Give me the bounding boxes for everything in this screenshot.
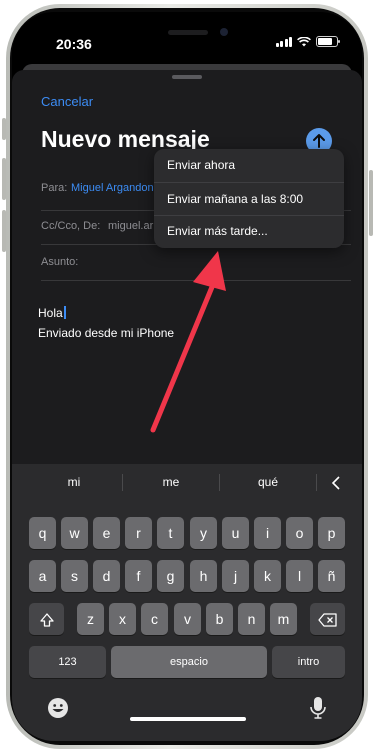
key-r[interactable]: r xyxy=(125,517,152,549)
key-u[interactable]: u xyxy=(222,517,249,549)
key-a[interactable]: a xyxy=(29,560,56,592)
key-t[interactable]: t xyxy=(157,517,184,549)
key-c[interactable]: c xyxy=(141,603,168,635)
key-enye[interactable]: ñ xyxy=(318,560,345,592)
key-l[interactable]: l xyxy=(286,560,313,592)
key-o[interactable]: o xyxy=(286,517,313,549)
suggestion-2[interactable]: me xyxy=(123,464,219,500)
suggestion-3[interactable]: qué xyxy=(220,464,316,500)
shift-key[interactable] xyxy=(29,603,64,635)
dictation-button[interactable] xyxy=(308,696,328,720)
key-d[interactable]: d xyxy=(93,560,120,592)
key-v[interactable]: v xyxy=(174,603,201,635)
key-p[interactable]: p xyxy=(318,517,345,549)
key-e[interactable]: e xyxy=(93,517,120,549)
suggestion-1[interactable]: mi xyxy=(26,464,122,500)
keyboard: mi me qué q w e r t y u i o p a s d f g … xyxy=(12,464,362,741)
emoji-button[interactable] xyxy=(46,696,70,720)
home-indicator[interactable] xyxy=(130,717,246,721)
key-j[interactable]: j xyxy=(222,560,249,592)
volume-down-button xyxy=(2,210,6,252)
key-q[interactable]: q xyxy=(29,517,56,549)
key-k[interactable]: k xyxy=(254,560,281,592)
key-w[interactable]: w xyxy=(61,517,88,549)
mute-switch xyxy=(2,118,6,140)
volume-up-button xyxy=(2,158,6,200)
key-n[interactable]: n xyxy=(238,603,265,635)
key-z[interactable]: z xyxy=(77,603,104,635)
key-i[interactable]: i xyxy=(254,517,281,549)
collapse-suggestions-button[interactable] xyxy=(317,464,355,500)
phone-screen: 20:36 Cancelar Nuevo mensaje Para: Migue… xyxy=(12,12,362,741)
space-key[interactable]: espacio xyxy=(111,646,267,678)
key-y[interactable]: y xyxy=(190,517,217,549)
numbers-key[interactable]: 123 xyxy=(29,646,106,678)
backspace-icon xyxy=(317,613,337,627)
emoji-icon xyxy=(48,698,68,718)
delete-key[interactable] xyxy=(310,603,345,635)
chevron-left-icon xyxy=(331,476,340,490)
key-h[interactable]: h xyxy=(190,560,217,592)
return-key[interactable]: intro xyxy=(272,646,345,678)
key-x[interactable]: x xyxy=(109,603,136,635)
power-button xyxy=(369,170,373,236)
microphone-icon xyxy=(310,697,326,719)
key-b[interactable]: b xyxy=(206,603,233,635)
key-m[interactable]: m xyxy=(270,603,297,635)
key-f[interactable]: f xyxy=(125,560,152,592)
key-s[interactable]: s xyxy=(61,560,88,592)
shift-icon xyxy=(39,613,54,627)
key-g[interactable]: g xyxy=(157,560,184,592)
